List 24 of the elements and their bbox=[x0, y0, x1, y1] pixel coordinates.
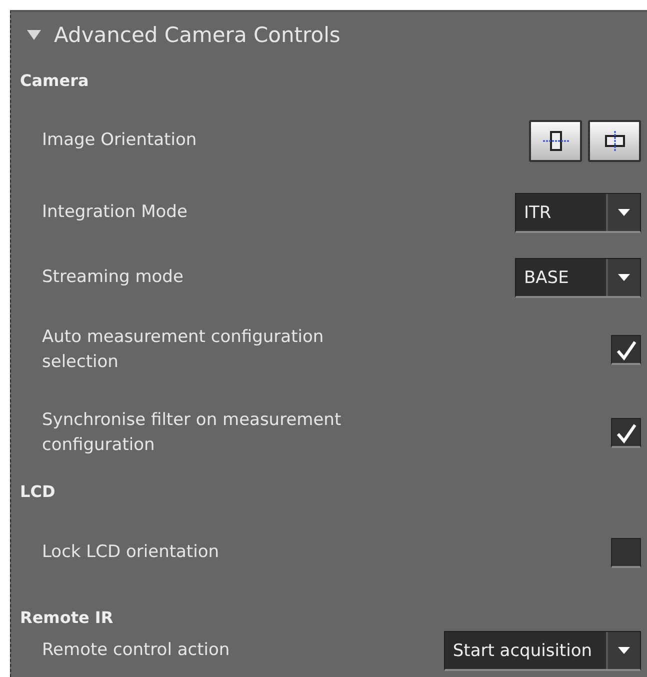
section-heading: LCD bbox=[20, 482, 56, 500]
dropdown[interactable]: ITR bbox=[515, 193, 641, 233]
section-heading: Remote IR bbox=[20, 608, 114, 626]
checkbox[interactable] bbox=[611, 538, 641, 568]
dropdown[interactable]: BASE bbox=[515, 258, 641, 298]
setting-label: Image Orientation bbox=[42, 129, 197, 152]
orientation-button[interactable] bbox=[529, 120, 582, 162]
setting-label: Synchronise filter on measurement configuration bbox=[42, 408, 342, 457]
section-heading: Camera bbox=[20, 70, 89, 90]
orientation-button[interactable] bbox=[588, 120, 641, 162]
setting-label: Integration Mode bbox=[42, 201, 188, 224]
panel-title[interactable]: Advanced Camera Controls bbox=[54, 23, 340, 47]
dropdown-arrow-icon bbox=[618, 647, 630, 654]
dropdown-arrow-icon bbox=[618, 209, 630, 216]
checkbox[interactable] bbox=[611, 418, 641, 448]
setting-label: Lock LCD orientation bbox=[42, 541, 219, 564]
checkbox[interactable] bbox=[611, 335, 641, 365]
collapse-triangle-icon[interactable] bbox=[27, 29, 41, 41]
setting-label: Auto measurement configuration selection bbox=[42, 326, 325, 374]
portrait-frame-icon bbox=[542, 130, 570, 152]
dropdown[interactable]: Start acquisition bbox=[444, 631, 641, 671]
dropdown-arrow-icon bbox=[618, 274, 630, 281]
setting-label: Streaming mode bbox=[42, 266, 184, 290]
setting-label: Remote control action bbox=[42, 639, 230, 662]
